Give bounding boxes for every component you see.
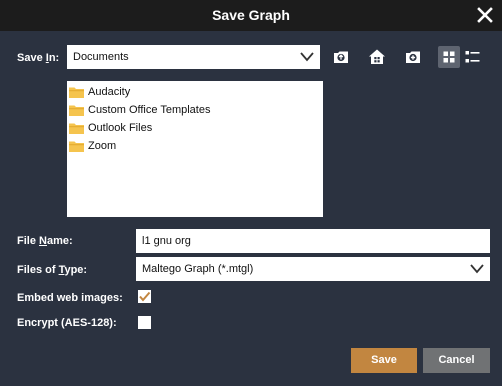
save-graph-dialog: Save Graph Save In: Documents Audacity C…	[0, 0, 502, 386]
close-icon[interactable]	[476, 6, 494, 24]
files-of-type-dropdown[interactable]: Maltego Graph (*.mtgl)	[136, 257, 490, 281]
encrypt-label: Encrypt (AES-128):	[17, 317, 117, 329]
home-icon[interactable]	[366, 46, 388, 68]
checkmark-icon	[139, 291, 151, 302]
file-name-value: l1 gnu org	[142, 235, 191, 247]
embed-web-images-checkbox[interactable]	[138, 290, 151, 303]
save-button[interactable]: Save	[351, 348, 417, 373]
embed-web-images-label: Embed web images:	[17, 292, 123, 304]
new-folder-icon[interactable]	[402, 46, 424, 68]
save-in-value: Documents	[73, 51, 129, 63]
folder-icon	[69, 86, 85, 105]
folder-icon	[69, 140, 85, 159]
save-in-dropdown[interactable]: Documents	[67, 45, 320, 69]
save-in-label: Save In:	[17, 52, 60, 64]
files-of-type-value: Maltego Graph (*.mtgl)	[142, 263, 254, 275]
title-bar: Save Graph	[0, 0, 502, 31]
file-list[interactable]: Audacity Custom Office Templates Outlook…	[67, 81, 323, 217]
chevron-down-icon	[300, 51, 314, 66]
file-name-field[interactable]: l1 gnu org	[136, 229, 490, 253]
files-of-type-label: Files of Type:	[17, 264, 88, 276]
folder-icon	[69, 122, 85, 141]
grid-view-icon[interactable]	[438, 46, 460, 68]
file-name-label: File Name:	[17, 235, 73, 247]
list-view-icon[interactable]	[462, 46, 484, 68]
chevron-down-icon	[470, 263, 484, 278]
folder-icon	[69, 104, 85, 123]
up-folder-icon[interactable]	[330, 46, 352, 68]
encrypt-checkbox[interactable]	[138, 316, 151, 329]
dialog-title: Save Graph	[212, 7, 290, 23]
cancel-button[interactable]: Cancel	[423, 348, 490, 373]
